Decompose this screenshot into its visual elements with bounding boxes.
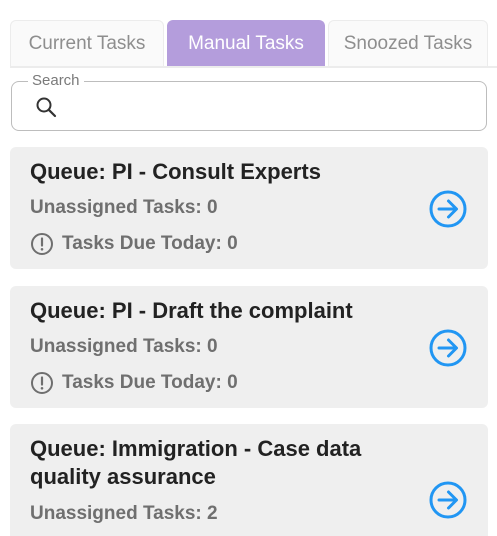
unassigned-tasks-count: Unassigned Tasks: 0 [30, 336, 218, 357]
queue-title: Queue: PI - Draft the complaint [30, 298, 353, 323]
search-label: Search [28, 72, 84, 90]
unassigned-tasks-count: Unassigned Tasks: 0 [30, 197, 218, 218]
queue-card: Queue: PI - Draft the complaint Unassign… [10, 286, 488, 408]
tab-current-tasks[interactable]: Current Tasks [10, 20, 164, 66]
alert-circle-icon [31, 372, 53, 394]
manual-tasks-panel: Current Tasks Manual Tasks Snoozed Tasks… [0, 0, 497, 536]
search-input[interactable] [68, 90, 472, 124]
tasks-due-today: Tasks Due Today: 0 [30, 232, 238, 256]
unassigned-tasks-count: Unassigned Tasks: 2 [30, 503, 218, 524]
tasks-due-today: Tasks Due Today: 0 [30, 371, 238, 395]
queue-title: Queue: Immigration - Case data quality a… [30, 436, 362, 489]
tasks-due-today-label: Tasks Due Today: 0 [62, 372, 238, 393]
task-tabs: Current Tasks Manual Tasks Snoozed Tasks [10, 20, 497, 68]
queue-card: Queue: PI - Consult Experts Unassigned T… [10, 147, 488, 269]
tasks-due-today-label: Tasks Due Today: 0 [62, 233, 238, 254]
arrow-right-circle-icon[interactable] [428, 480, 468, 520]
alert-circle-icon [31, 233, 53, 255]
arrow-right-circle-icon[interactable] [428, 189, 468, 229]
queue-title: Queue: PI - Consult Experts [30, 159, 321, 184]
search-field[interactable]: Search [11, 72, 487, 131]
tab-snoozed-tasks[interactable]: Snoozed Tasks [328, 20, 488, 66]
search-icon [36, 97, 57, 118]
tab-manual-tasks[interactable]: Manual Tasks [167, 20, 325, 66]
queue-card: Queue: Immigration - Case data quality a… [10, 424, 488, 536]
arrow-right-circle-icon[interactable] [428, 328, 468, 368]
